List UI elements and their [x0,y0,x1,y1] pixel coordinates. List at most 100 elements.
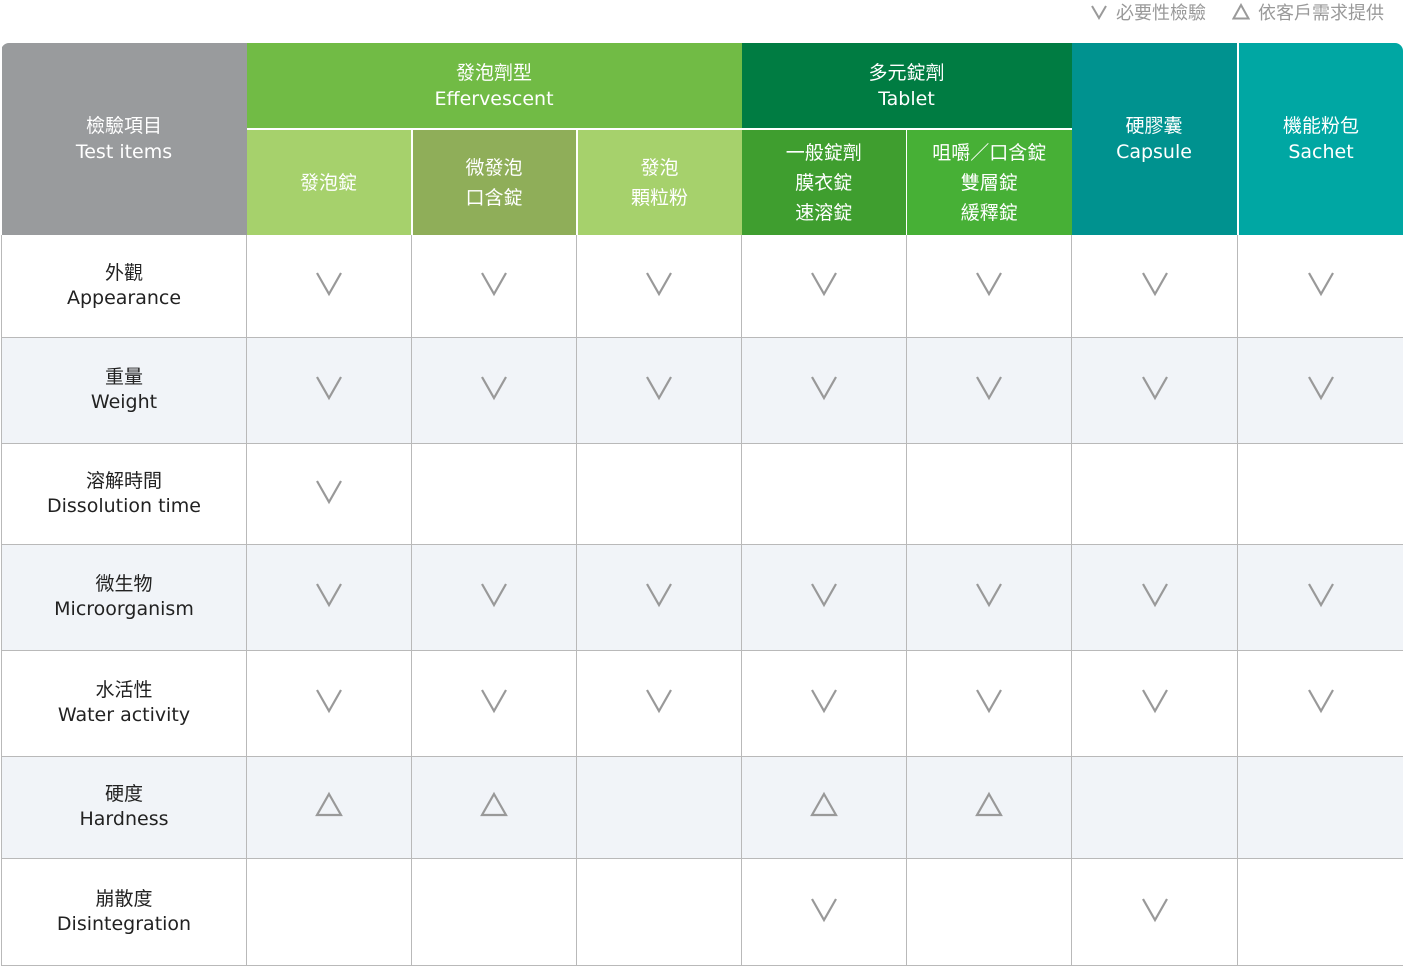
table-cell [576,443,742,545]
header-test-items-en: Test items [75,141,173,163]
table-cell [246,544,412,651]
table-cell [1237,337,1403,444]
row-label-zh: 外觀 [104,261,143,284]
row-label-zh: 微生物 [95,573,153,595]
table-cell [1071,756,1239,859]
row-label-en: Weight [90,391,158,413]
check-icon [809,373,839,403]
subheader-line: 顆粒粉 [630,186,688,209]
table-cell [1071,650,1239,757]
subheader-line: 發泡 [640,156,679,179]
subheader-chewable-tablet: 咀嚼／口含錠 雙層錠 緩釋錠 [906,129,1072,235]
check-icon [1140,580,1170,610]
row-label-zh: 水活性 [95,679,153,701]
header-capsule: 硬膠囊 Capsule [1071,43,1239,235]
table-cell [1071,443,1239,545]
row-label-zh: 硬度 [104,783,143,805]
row-label-en: Water activity [57,704,191,726]
check-icon [809,269,839,299]
table-cell [906,756,1073,859]
row-label-zh: 溶解時間 [85,469,162,492]
subheader-line: 一般錠劑 [785,141,862,164]
table-cell [411,756,577,859]
table-cell [576,235,742,338]
table-cell [1237,756,1403,859]
check-icon [644,373,674,403]
header-effervescent: 發泡劑型 Effervescent [246,43,742,130]
check-icon [1140,895,1170,925]
check-icon [809,895,839,925]
check-icon [479,269,509,299]
table-body: 外觀 Appearance 重量 Weight 溶解時間 Dissolution time… [1,235,1403,966]
legend-on-request: 依客戶需求提供 [1232,0,1384,25]
table-cell [906,544,1073,651]
table-cell [411,650,577,757]
row-label-en: Disintegration [56,912,192,935]
subheader-line: 發泡錠 [299,171,357,194]
table-cell [906,235,1073,338]
table-row: 崩散度 Disintegration [1,858,1403,966]
check-icon [974,580,1004,610]
header-test-items-zh: 檢驗項目 [85,115,162,137]
table-cell [1071,544,1239,651]
table-cell [246,443,412,545]
legend-on-request-label: 依客戶需求提供 [1258,3,1384,24]
header-sachet-en: Sachet [1288,141,1354,163]
triangle-icon [314,790,344,820]
table-cell [1237,235,1403,338]
table-cell [576,650,742,757]
legend-required: 必要性檢驗 [1090,0,1206,25]
check-icon [479,580,509,610]
check-icon [1140,373,1170,403]
table-cell [1071,858,1239,966]
check-icon [1306,686,1336,716]
subheader-line: 微發泡 [465,156,523,179]
table-row: 微生物 Microorganism [1,544,1403,651]
subheader-effervescent-granule: 發泡 顆粒粉 [576,129,742,235]
row-label-en: Appearance [66,286,182,309]
triangle-icon [974,790,1004,820]
table-cell [741,544,907,651]
check-icon [314,269,344,299]
triangle-icon [479,790,509,820]
table-cell [576,544,742,651]
table-cell [246,650,412,757]
table-cell [411,544,577,651]
table-cell [741,858,907,966]
subheader-line: 口含錠 [465,186,523,209]
header-tablet-zh: 多元錠劑 [868,61,945,84]
subheader-micro-effervescent: 微發泡 口含錠 [410,129,578,235]
table-cell [1071,337,1239,444]
table-cell [906,443,1073,545]
table-cell [906,858,1073,966]
table-cell [1071,235,1239,338]
table-cell [1237,650,1403,757]
subheader-line: 雙層錠 [960,171,1018,194]
table-row: 水活性 Water activity [1,650,1403,757]
check-icon [809,580,839,610]
table-cell [1237,443,1403,545]
table-row: 硬度 Hardness [1,756,1403,859]
table-cell [741,443,907,545]
check-icon [479,686,509,716]
check-icon [479,373,509,403]
check-icon [974,686,1004,716]
header-capsule-zh: 硬膠囊 [1125,115,1183,137]
table-cell [1237,544,1403,651]
table-cell [576,756,742,859]
table-cell [411,858,577,966]
table-cell [576,858,742,966]
header-sachet-zh: 機能粉包 [1283,115,1360,137]
check-icon [314,373,344,403]
row-label: 重量 Weight [1,337,247,444]
table-cell [246,235,412,338]
header-sachet: 機能粉包 Sachet [1237,43,1403,235]
header-test-items: 檢驗項目 Test items [1,43,247,235]
check-icon [644,580,674,610]
subheader-line: 膜衣錠 [795,171,853,194]
table-cell [576,337,742,444]
table-cell [741,337,907,444]
row-label: 水活性 Water activity [1,650,247,757]
table-cell [741,235,907,338]
check-icon [1306,373,1336,403]
